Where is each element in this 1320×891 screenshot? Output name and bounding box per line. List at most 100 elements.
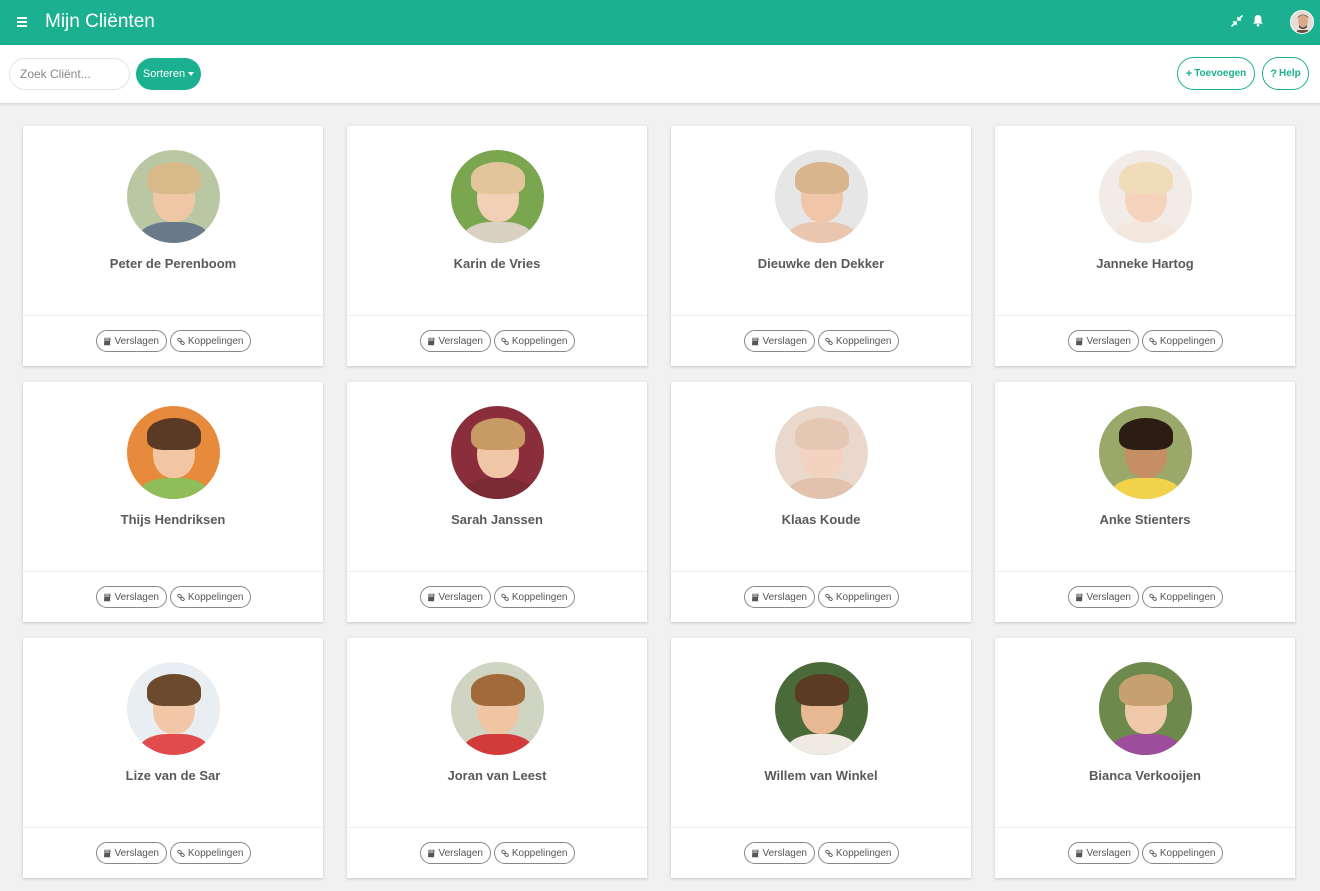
links-button[interactable]: Koppelingen xyxy=(1141,842,1223,864)
reports-label: Verslagen xyxy=(438,335,483,347)
reports-button[interactable]: Verslagen xyxy=(95,842,167,864)
reports-button[interactable]: Verslagen xyxy=(1067,330,1139,352)
add-client-button[interactable]: + Toevoegen xyxy=(1177,57,1255,90)
links-label: Koppelingen xyxy=(835,591,892,603)
client-name: Peter de Perenboom xyxy=(109,256,237,271)
reports-button[interactable]: Verslagen xyxy=(419,330,491,352)
links-button[interactable]: Koppelingen xyxy=(817,586,899,608)
client-card-body[interactable]: Peter de Perenboom xyxy=(23,126,323,316)
book-icon xyxy=(751,849,758,857)
book-icon xyxy=(427,337,434,345)
link-icon xyxy=(500,849,509,857)
links-label: Koppelingen xyxy=(187,335,244,347)
user-avatar[interactable] xyxy=(1290,10,1314,34)
book-icon xyxy=(1075,593,1082,601)
help-button-label: Help xyxy=(1279,68,1301,79)
client-card-body[interactable]: Anke Stienters xyxy=(995,382,1295,572)
reports-button[interactable]: Verslagen xyxy=(95,586,167,608)
client-card-body[interactable]: Sarah Janssen xyxy=(347,382,647,572)
links-button[interactable]: Koppelingen xyxy=(169,842,251,864)
client-photo xyxy=(775,406,868,499)
book-icon xyxy=(751,593,758,601)
links-label: Koppelingen xyxy=(511,591,568,603)
client-name: Bianca Verkooijen xyxy=(1089,768,1201,783)
client-photo xyxy=(1099,150,1192,243)
reports-label: Verslagen xyxy=(762,591,807,603)
links-button[interactable]: Koppelingen xyxy=(817,330,899,352)
links-button[interactable]: Koppelingen xyxy=(169,330,251,352)
links-button[interactable]: Koppelingen xyxy=(493,330,575,352)
client-card-body[interactable]: Karin de Vries xyxy=(347,126,647,316)
client-card-body[interactable]: Janneke Hartog xyxy=(995,126,1295,316)
reports-button[interactable]: Verslagen xyxy=(743,330,815,352)
reports-button[interactable]: Verslagen xyxy=(95,330,167,352)
links-button[interactable]: Koppelingen xyxy=(169,586,251,608)
menu-icon[interactable] xyxy=(17,17,27,27)
client-photo xyxy=(127,150,220,243)
client-photo xyxy=(127,406,220,499)
reports-label: Verslagen xyxy=(438,847,483,859)
client-card: Klaas Koude Verslagen Koppelingen xyxy=(671,382,971,622)
client-card: Dieuwke den Dekker Verslagen Koppelingen xyxy=(671,126,971,366)
client-card-body[interactable]: Willem van Winkel xyxy=(671,638,971,828)
sort-button-label: Sorteren xyxy=(142,68,186,80)
bell-icon[interactable] xyxy=(1252,14,1264,27)
links-button[interactable]: Koppelingen xyxy=(817,842,899,864)
compress-icon[interactable] xyxy=(1231,15,1243,27)
client-card: Janneke Hartog Verslagen Koppelingen xyxy=(995,126,1295,366)
client-photo xyxy=(1099,406,1192,499)
book-icon xyxy=(751,337,758,345)
client-photo xyxy=(775,662,868,755)
client-card: Joran van Leest Verslagen Koppelingen xyxy=(347,638,647,878)
link-icon xyxy=(176,849,185,857)
client-card-footer: Verslagen Koppelingen xyxy=(347,828,647,878)
client-card: Sarah Janssen Verslagen Koppelingen xyxy=(347,382,647,622)
links-label: Koppelingen xyxy=(1159,335,1216,347)
link-icon xyxy=(824,593,833,601)
client-photo xyxy=(775,150,868,243)
links-label: Koppelingen xyxy=(835,335,892,347)
client-card-footer: Verslagen Koppelingen xyxy=(671,316,971,366)
book-icon xyxy=(427,849,434,857)
reports-label: Verslagen xyxy=(1086,335,1131,347)
link-icon xyxy=(1148,593,1157,601)
book-icon xyxy=(1075,337,1082,345)
reports-button[interactable]: Verslagen xyxy=(1067,586,1139,608)
client-name: Thijs Hendriksen xyxy=(120,512,226,527)
links-button[interactable]: Koppelingen xyxy=(493,586,575,608)
client-name: Klaas Koude xyxy=(781,512,861,527)
links-label: Koppelingen xyxy=(187,847,244,859)
client-card-body[interactable]: Dieuwke den Dekker xyxy=(671,126,971,316)
client-card: Lize van de Sar Verslagen Koppelingen xyxy=(23,638,323,878)
sort-button[interactable]: Sorteren xyxy=(136,58,201,90)
link-icon xyxy=(1148,849,1157,857)
client-card-body[interactable]: Lize van de Sar xyxy=(23,638,323,828)
reports-button[interactable]: Verslagen xyxy=(419,586,491,608)
client-card-body[interactable]: Bianca Verkooijen xyxy=(995,638,1295,828)
link-icon xyxy=(824,849,833,857)
links-label: Koppelingen xyxy=(511,335,568,347)
book-icon xyxy=(1075,849,1082,857)
client-card: Bianca Verkooijen Verslagen Koppelingen xyxy=(995,638,1295,878)
client-card-body[interactable]: Klaas Koude xyxy=(671,382,971,572)
links-button[interactable]: Koppelingen xyxy=(1141,586,1223,608)
client-card-body[interactable]: Thijs Hendriksen xyxy=(23,382,323,572)
client-card-footer: Verslagen Koppelingen xyxy=(23,572,323,622)
help-button[interactable]: ? Help xyxy=(1262,57,1309,90)
client-card-body[interactable]: Joran van Leest xyxy=(347,638,647,828)
reports-button[interactable]: Verslagen xyxy=(743,842,815,864)
client-card-footer: Verslagen Koppelingen xyxy=(671,828,971,878)
reports-button[interactable]: Verslagen xyxy=(419,842,491,864)
reports-button[interactable]: Verslagen xyxy=(743,586,815,608)
client-card: Anke Stienters Verslagen Koppelingen xyxy=(995,382,1295,622)
client-card-footer: Verslagen Koppelingen xyxy=(23,316,323,366)
links-button[interactable]: Koppelingen xyxy=(1141,330,1223,352)
toolbar: Sorteren + Toevoegen ? Help xyxy=(0,45,1320,103)
reports-label: Verslagen xyxy=(438,591,483,603)
links-button[interactable]: Koppelingen xyxy=(493,842,575,864)
reports-label: Verslagen xyxy=(762,847,807,859)
client-card-footer: Verslagen Koppelingen xyxy=(995,572,1295,622)
links-label: Koppelingen xyxy=(187,591,244,603)
search-input[interactable] xyxy=(9,58,130,90)
reports-button[interactable]: Verslagen xyxy=(1067,842,1139,864)
